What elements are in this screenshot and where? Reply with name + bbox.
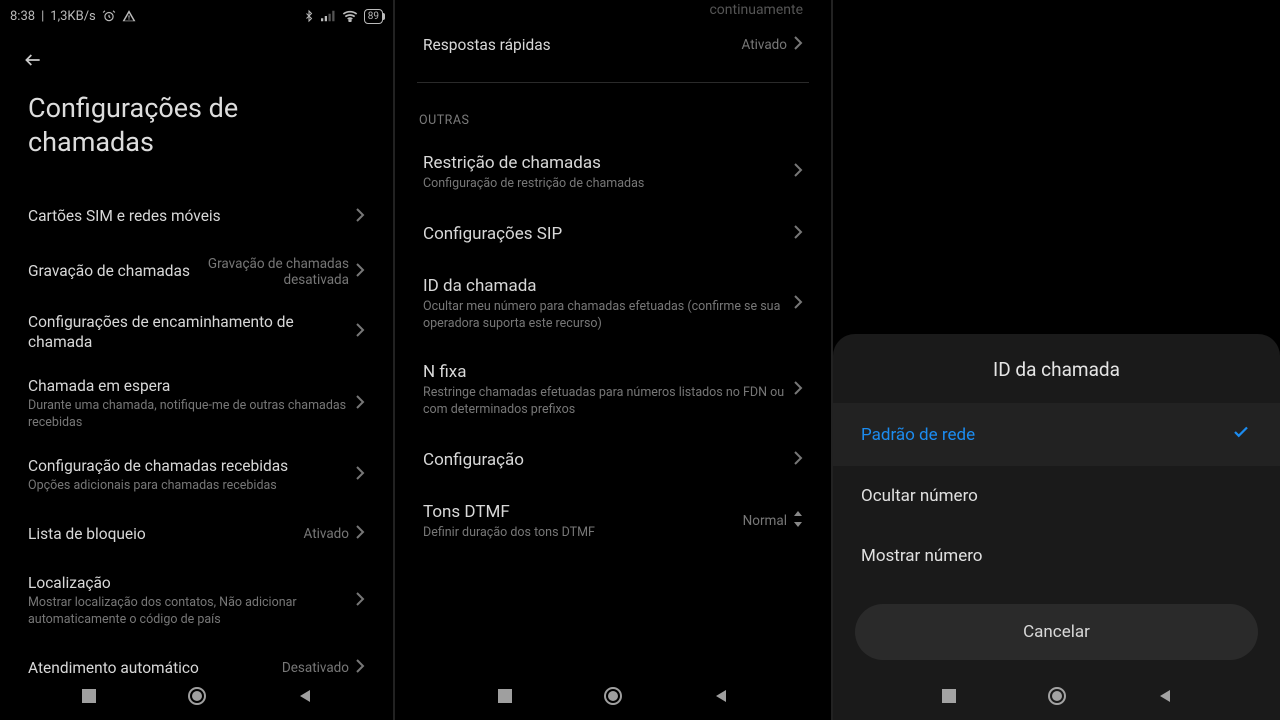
nav-back-icon[interactable] xyxy=(297,688,313,708)
warning-icon xyxy=(122,9,136,23)
chevron-right-icon xyxy=(355,207,365,227)
dialog-backdrop[interactable]: ID da chamada Padrão de redeOcultar núme… xyxy=(833,0,1280,720)
nav-bar xyxy=(0,676,393,720)
item-quick-responses[interactable]: Respostas rápidas Ativado xyxy=(409,18,817,72)
signal-icon xyxy=(321,10,336,22)
list-item[interactable]: Configurações de encaminhamento de chama… xyxy=(14,300,379,364)
nav-home-icon[interactable] xyxy=(1047,686,1067,710)
list-item[interactable]: LocalizaçãoMostrar localização dos conta… xyxy=(14,561,379,641)
list-item[interactable]: N fixaRestringe chamadas efetuadas para … xyxy=(409,347,817,433)
status-bar: 8:38 | 1,3KB/s xyxy=(0,0,393,32)
settings-list-b: Restrição de chamadasConfiguração de res… xyxy=(395,138,831,556)
status-time: 8:38 xyxy=(10,9,35,24)
list-item[interactable]: Cartões SIM e redes móveis xyxy=(14,190,379,244)
section-header-outras: OUTRAS xyxy=(395,93,831,138)
list-item[interactable]: Configuração de chamadas recebidasOpções… xyxy=(14,444,379,507)
chevron-right-icon xyxy=(355,322,365,342)
list-item[interactable]: Configurações SIP xyxy=(409,207,817,261)
list-item[interactable]: ID da chamadaOcultar meu número para cha… xyxy=(409,261,817,347)
check-icon xyxy=(1230,423,1252,446)
nav-back-icon[interactable] xyxy=(713,688,729,708)
status-speed: 1,3KB/s xyxy=(50,9,96,24)
battery-icon: 89 xyxy=(364,9,383,24)
caret-updown-icon xyxy=(793,511,803,531)
list-item[interactable]: Restrição de chamadasConfiguração de res… xyxy=(409,138,817,207)
nav-back-icon[interactable] xyxy=(1157,688,1173,708)
chevron-right-icon xyxy=(793,162,803,182)
list-item[interactable]: Tons DTMFDefinir duração dos tons DTMFNo… xyxy=(409,487,817,556)
chevron-right-icon xyxy=(793,294,803,314)
chevron-right-icon xyxy=(793,380,803,400)
screen-call-settings-more: continuamente Respostas rápidas Ativado … xyxy=(395,0,833,720)
list-item[interactable]: Gravação de chamadasGravação de chamadas… xyxy=(14,244,379,300)
dialog-title: ID da chamada xyxy=(833,334,1280,403)
list-item[interactable]: Chamada em esperaDurante uma chamada, no… xyxy=(14,364,379,444)
cancel-button[interactable]: Cancelar xyxy=(855,604,1258,660)
wifi-icon xyxy=(342,10,358,22)
chevron-right-icon xyxy=(355,591,365,611)
chevron-right-icon xyxy=(355,465,365,485)
chevron-right-icon xyxy=(355,658,365,678)
nav-recent-icon[interactable] xyxy=(81,688,97,708)
dialog-option[interactable]: Ocultar número xyxy=(833,466,1280,526)
back-icon[interactable] xyxy=(20,55,46,74)
bluetooth-icon xyxy=(303,9,315,23)
settings-list-a: Cartões SIM e redes móveisGravação de ch… xyxy=(0,190,393,695)
chevron-right-icon xyxy=(355,262,365,282)
nav-home-icon[interactable] xyxy=(187,686,207,710)
list-item[interactable]: Lista de bloqueioAtivado xyxy=(14,507,379,561)
chevron-right-icon xyxy=(793,224,803,244)
fragment-prev-value: continuamente xyxy=(395,0,831,18)
page-title: Configurações de chamadas xyxy=(0,74,393,190)
screen-caller-id-dialog: ID da chamada Padrão de redeOcultar núme… xyxy=(833,0,1280,720)
nav-recent-icon[interactable] xyxy=(941,688,957,708)
nav-bar xyxy=(395,676,831,720)
nav-home-icon[interactable] xyxy=(603,686,623,710)
chevron-right-icon xyxy=(793,35,803,55)
chevron-right-icon xyxy=(355,394,365,414)
chevron-right-icon xyxy=(793,450,803,470)
dialog-option[interactable]: Padrão de rede xyxy=(833,403,1280,466)
chevron-right-icon xyxy=(355,524,365,544)
nav-bar xyxy=(833,676,1280,720)
list-item[interactable]: Configuração xyxy=(409,433,817,487)
screen-call-settings-main: 8:38 | 1,3KB/s xyxy=(0,0,395,720)
caller-id-dialog: ID da chamada Padrão de redeOcultar núme… xyxy=(833,334,1280,720)
alarm-icon xyxy=(102,9,116,23)
nav-recent-icon[interactable] xyxy=(497,688,513,708)
dialog-option[interactable]: Mostrar número xyxy=(833,526,1280,586)
